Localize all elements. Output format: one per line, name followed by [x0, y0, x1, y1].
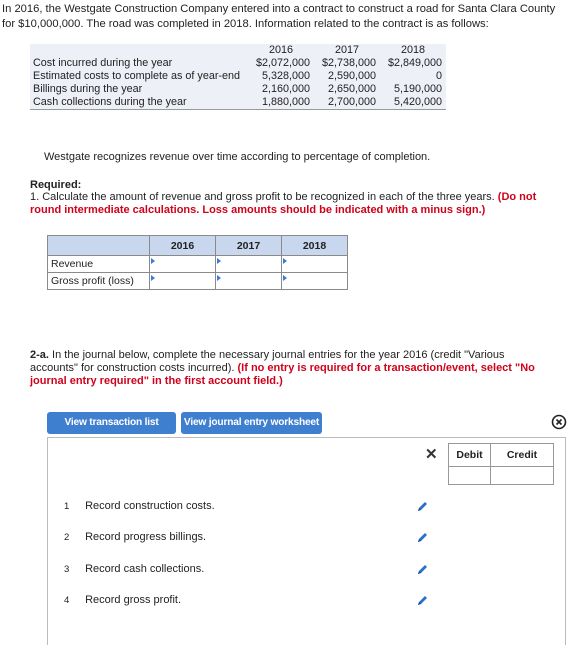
credit-header: Credit	[490, 443, 554, 467]
task-number: 3	[64, 564, 70, 575]
table-row: Billings during the year 2,160,000 2,650…	[30, 83, 446, 96]
debit-header: Debit	[448, 443, 491, 467]
revenue-2017-input[interactable]	[215, 255, 282, 273]
revenue-gross-profit-table: 2016 2017 2018 Revenue Gross profit (los…	[47, 235, 348, 290]
row-label: Estimated costs to complete as of year-e…	[33, 70, 241, 82]
list-item: 3 Record cash collections.	[64, 563, 204, 575]
edit-pencil-icon[interactable]	[416, 501, 428, 513]
edit-pencil-icon[interactable]	[416, 532, 428, 544]
close-circle-icon[interactable]	[551, 414, 567, 430]
dropdown-marker-icon	[283, 258, 287, 264]
task-number: 4	[64, 595, 70, 606]
dropdown-marker-icon	[151, 275, 155, 281]
cell-value: $2,738,000	[321, 57, 376, 69]
row-label: Cash collections during the year	[33, 96, 187, 108]
credit-cell	[490, 466, 554, 485]
cell-value: 2,650,000	[327, 83, 376, 95]
info-header-2016: 2016	[268, 44, 294, 56]
view-transaction-list-button[interactable]: View transaction list	[47, 412, 176, 434]
task-label: Record gross profit.	[85, 594, 182, 606]
info-header-2018: 2018	[400, 44, 426, 56]
cell-value: $2,849,000	[387, 57, 442, 69]
question-2a-prefix: 2-a.	[30, 349, 49, 361]
row-label: Billings during the year	[33, 83, 143, 95]
required-heading: Required:	[30, 179, 82, 191]
table-row: Revenue	[47, 255, 348, 273]
list-item: 1 Record construction costs.	[64, 500, 215, 512]
edit-pencil-icon[interactable]	[416, 595, 428, 607]
dropdown-marker-icon	[151, 258, 155, 264]
table-row: Cash collections during the year 1,880,0…	[30, 96, 446, 109]
cell-value: 2,700,000	[327, 96, 376, 108]
question-2a: 2-a. In the journal below, complete the …	[30, 349, 550, 388]
close-icon[interactable]: ✕	[425, 445, 438, 463]
cell-value: 0	[435, 70, 442, 82]
gross-profit-2017-input[interactable]	[215, 272, 282, 290]
table-row: Estimated costs to complete as of year-e…	[30, 70, 446, 83]
calc-header-2018: 2018	[281, 235, 348, 256]
info-header-2017: 2017	[334, 44, 360, 56]
cell-value: 2,160,000	[261, 83, 310, 95]
debit-cell	[448, 466, 491, 485]
dropdown-marker-icon	[283, 275, 287, 281]
task-label: Record cash collections.	[85, 563, 205, 575]
row-label-revenue: Revenue	[47, 255, 150, 273]
row-label: Cost incurred during the year	[33, 57, 173, 69]
contract-info-table-wrapper: 2016 2017 2018 Cost incurred during the …	[30, 44, 446, 110]
revenue-2018-input[interactable]	[281, 255, 348, 273]
contract-info-table: 2016 2017 2018 Cost incurred during the …	[30, 44, 446, 109]
cell-value: 1,880,000	[261, 96, 310, 108]
table-row	[448, 466, 554, 485]
table-row: Cost incurred during the year $2,072,000…	[30, 57, 446, 70]
task-number: 1	[64, 501, 70, 512]
calc-header-2017: 2017	[215, 235, 282, 256]
dropdown-marker-icon	[217, 258, 221, 264]
calc-header-blank	[47, 235, 150, 256]
recognition-note: Westgate recognizes revenue over time ac…	[44, 151, 431, 163]
gross-profit-2016-input[interactable]	[149, 272, 216, 290]
task-number: 2	[64, 532, 70, 543]
dropdown-marker-icon	[217, 275, 221, 281]
debit-credit-table: Debit Credit	[448, 443, 554, 485]
info-header-blank	[30, 44, 248, 57]
cell-value: $2,072,000	[255, 57, 310, 69]
required-instruction: 1. Calculate the amount of revenue and g…	[30, 191, 495, 203]
task-label: Record construction costs.	[85, 500, 215, 512]
cell-value: 5,420,000	[393, 96, 442, 108]
required-text: 1. Calculate the amount of revenue and g…	[30, 191, 550, 217]
problem-intro: In 2016, the Westgate Construction Compa…	[2, 3, 556, 30]
cell-value: 2,590,000	[327, 70, 376, 82]
edit-pencil-icon[interactable]	[416, 564, 428, 576]
list-item: 2 Record progress billings.	[64, 531, 206, 543]
cell-value: 5,328,000	[261, 70, 310, 82]
view-journal-worksheet-button[interactable]: View journal entry worksheet	[181, 412, 322, 434]
revenue-2016-input[interactable]	[149, 255, 216, 273]
task-label: Record progress billings.	[85, 531, 207, 543]
calc-header-2016: 2016	[149, 235, 216, 256]
gross-profit-2018-input[interactable]	[281, 272, 348, 290]
list-item: 4 Record gross profit.	[64, 594, 181, 606]
row-label-gross-profit: Gross profit (loss)	[47, 272, 150, 290]
cell-value: 5,190,000	[393, 83, 442, 95]
table-row: Gross profit (loss)	[47, 272, 348, 290]
